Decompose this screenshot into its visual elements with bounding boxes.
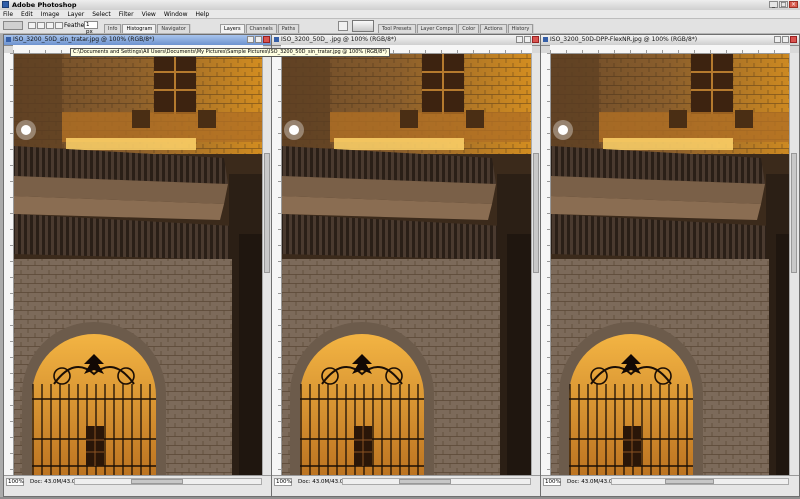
document-1-canvas[interactable] xyxy=(14,54,263,476)
doc-size-info[interactable]: Doc: 43.0M/43.0M xyxy=(30,479,80,486)
menu-view[interactable]: View xyxy=(142,10,156,19)
tab-channels[interactable]: Channels xyxy=(245,24,277,33)
zoom-field[interactable]: 100% xyxy=(274,478,292,486)
scrollbar-thumb[interactable] xyxy=(664,479,715,484)
menu-bar: File Edit Image Layer Select Filter View… xyxy=(0,10,800,19)
document-icon xyxy=(274,37,279,42)
menu-help[interactable]: Help xyxy=(196,10,210,19)
vertical-ruler[interactable] xyxy=(4,53,14,476)
vertical-ruler[interactable] xyxy=(541,53,551,476)
document-3-statusbar: 100% Doc: 43.0M/43.0M xyxy=(541,475,799,496)
document-1-image xyxy=(14,54,263,476)
maximize-button[interactable]: □ xyxy=(779,1,788,8)
subtract-selection-icon[interactable] xyxy=(46,22,54,29)
document-3-image xyxy=(551,54,790,476)
horizontal-ruler[interactable] xyxy=(550,45,790,54)
horizontal-scrollbar[interactable] xyxy=(611,478,789,485)
document-maximize-icon[interactable] xyxy=(524,36,531,43)
feather-input[interactable]: 1 px xyxy=(84,21,98,35)
document-2-title: ISO_3200_50D_ .jpg @ 100% (RGB/8*) xyxy=(281,36,397,43)
document-3-controls xyxy=(774,36,797,43)
scrollbar-thumb[interactable] xyxy=(264,153,270,273)
document-1-statusbar: 100% Doc: 43.0M/43.0M xyxy=(4,475,272,496)
tool-preset-picker[interactable] xyxy=(3,21,23,30)
document-window-3[interactable]: ISO_3200_50D-DPP-FlexNR.jpg @ 100% (RGB/… xyxy=(540,34,800,497)
doc-size-info[interactable]: Doc: 43.0M/43.0M xyxy=(567,479,617,486)
document-minimize-icon[interactable] xyxy=(247,36,254,43)
menu-window[interactable]: Window xyxy=(164,10,188,19)
document-icon xyxy=(543,37,548,42)
workspace-icon[interactable] xyxy=(338,21,348,31)
tab-color[interactable]: Color xyxy=(458,24,480,33)
path-tooltip: C:\Documents and Settings\All Users\Docu… xyxy=(70,48,390,57)
document-maximize-icon[interactable] xyxy=(782,36,789,43)
document-2-controls xyxy=(516,36,539,43)
minimize-button[interactable]: _ xyxy=(769,1,778,8)
scrollbar-thumb[interactable] xyxy=(130,479,183,484)
document-window-2[interactable]: ISO_3200_50D_ .jpg @ 100% (RGB/8*) 100% … xyxy=(271,34,542,497)
tab-actions[interactable]: Actions xyxy=(480,24,507,33)
vertical-ruler[interactable] xyxy=(272,53,282,476)
horizontal-scrollbar[interactable] xyxy=(342,478,531,485)
tab-info[interactable]: Info xyxy=(104,24,122,33)
menu-filter[interactable]: Filter xyxy=(119,10,134,19)
document-1-controls xyxy=(247,36,270,43)
document-2-image xyxy=(282,54,532,476)
tab-tool-presets[interactable]: Tool Presets xyxy=(378,24,416,33)
tab-navigator[interactable]: Navigator xyxy=(157,24,190,33)
close-button[interactable]: × xyxy=(789,1,798,8)
document-close-icon[interactable] xyxy=(790,36,797,43)
document-minimize-icon[interactable] xyxy=(516,36,523,43)
zoom-field[interactable]: 100% xyxy=(6,478,24,486)
intersect-selection-icon[interactable] xyxy=(55,22,63,29)
tab-histogram[interactable]: Histogram xyxy=(122,24,157,33)
document-close-icon[interactable] xyxy=(532,36,539,43)
tab-layer-comps[interactable]: Layer Comps xyxy=(416,24,458,33)
go-to-bridge-button[interactable] xyxy=(352,20,374,32)
zoom-field[interactable]: 100% xyxy=(543,478,561,486)
window-controls: _ □ × xyxy=(769,1,798,8)
add-selection-icon[interactable] xyxy=(37,22,45,29)
panel-well-right: Tool Presets Layer Comps Color Actions H… xyxy=(378,24,535,33)
new-selection-icon[interactable] xyxy=(28,22,36,29)
document-minimize-icon[interactable] xyxy=(774,36,781,43)
tab-paths[interactable]: Paths xyxy=(277,24,300,33)
scrollbar-thumb[interactable] xyxy=(399,479,452,484)
document-maximize-icon[interactable] xyxy=(255,36,262,43)
tab-history[interactable]: History xyxy=(507,24,534,33)
document-2-canvas[interactable] xyxy=(282,54,532,476)
document-close-icon[interactable] xyxy=(263,36,270,43)
tab-layers[interactable]: Layers xyxy=(220,24,245,33)
vertical-scrollbar[interactable] xyxy=(789,53,799,476)
document-2-statusbar: 100% Doc: 43.0M/43.0M xyxy=(272,475,541,496)
scrollbar-thumb[interactable] xyxy=(533,153,539,273)
document-icon xyxy=(6,37,11,42)
document-3-title: ISO_3200_50D-DPP-FlexNR.jpg @ 100% (RGB/… xyxy=(550,36,698,43)
app-title: Adobe Photoshop xyxy=(12,1,77,9)
document-window-1[interactable]: ISO_3200_50D_sin_tratar.jpg @ 100% (RGB/… xyxy=(3,34,273,497)
menu-layer[interactable]: Layer xyxy=(67,10,84,19)
doc-size-info[interactable]: Doc: 43.0M/43.0M xyxy=(298,479,348,486)
panel-well-left: Info Histogram Navigator xyxy=(104,24,191,33)
menu-image[interactable]: Image xyxy=(41,10,60,19)
document-1-title: ISO_3200_50D_sin_tratar.jpg @ 100% (RGB/… xyxy=(13,36,155,43)
document-3-canvas[interactable] xyxy=(551,54,790,476)
menu-file[interactable]: File xyxy=(3,10,13,19)
scrollbar-thumb[interactable] xyxy=(791,153,797,273)
menu-select[interactable]: Select xyxy=(92,10,111,19)
photoshop-icon xyxy=(2,1,9,8)
horizontal-scrollbar[interactable] xyxy=(74,478,262,485)
panel-well-mid: Layers Channels Paths xyxy=(220,24,301,33)
menu-edit[interactable]: Edit xyxy=(21,10,33,19)
